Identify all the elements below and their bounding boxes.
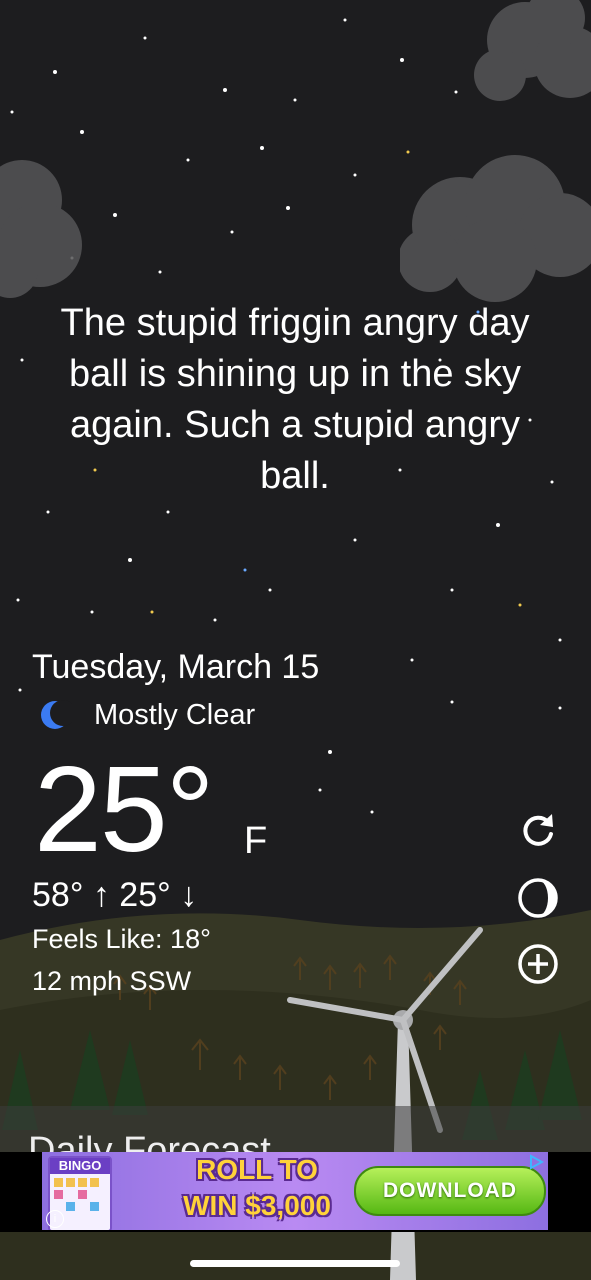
cloud-right xyxy=(400,155,591,302)
message-line: The stupid friggin angry day xyxy=(60,302,530,344)
condition-label: Mostly Clear xyxy=(94,698,256,731)
crescent-moon-icon xyxy=(41,700,72,729)
cloud-left xyxy=(0,160,82,298)
date-label: Tuesday, March 15 xyxy=(32,648,320,686)
wind-speed: 12 mph SSW xyxy=(32,966,192,996)
current-temperature[interactable]: 25° xyxy=(34,745,214,873)
bingo-card-title: BINGO xyxy=(50,1158,110,1174)
refresh-icon[interactable] xyxy=(516,808,560,852)
temperature-unit[interactable]: F xyxy=(244,820,267,863)
weather-message: The stupid friggin angry day ball is shi… xyxy=(20,298,570,502)
ad-download-button[interactable]: DOWNLOAD xyxy=(354,1166,546,1216)
ad-info-icon[interactable]: i xyxy=(46,1210,64,1228)
feels-like: Feels Like: 18° xyxy=(32,924,211,954)
cloud-top-right xyxy=(474,0,591,101)
message-line: ball. xyxy=(260,455,330,497)
daily-forecast-title: Daily Forecast xyxy=(28,1130,271,1152)
ad-subheadline: WIN $3,000 xyxy=(183,1190,331,1221)
moon-phase-icon[interactable] xyxy=(516,876,560,920)
high-low-temperature: 58° ↑ 25° ↓ xyxy=(32,876,198,914)
message-line: ball is shining up in the sky xyxy=(68,353,522,395)
condition-row: Mostly Clear xyxy=(38,696,255,734)
ad-choices-icon[interactable] xyxy=(528,1154,544,1170)
home-indicator[interactable] xyxy=(190,1260,400,1267)
add-circle-icon[interactable] xyxy=(516,942,560,986)
ad-headline: ROLL TO xyxy=(196,1154,318,1185)
ad-banner[interactable]: BINGO ROLL TO WIN $3,000 DOWNLOAD i xyxy=(42,1152,548,1230)
daily-forecast-section[interactable]: Daily Forecast xyxy=(0,1106,591,1152)
message-line: again. Such a stupid angry xyxy=(70,404,520,446)
